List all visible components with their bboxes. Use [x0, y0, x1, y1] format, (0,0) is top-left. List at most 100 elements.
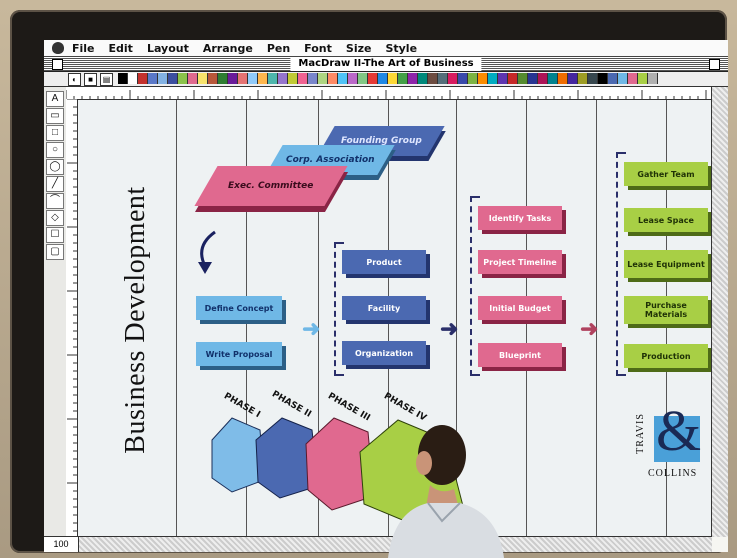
- pattern-button[interactable]: ◐: [68, 73, 81, 86]
- color-swatch[interactable]: [208, 73, 218, 84]
- color-swatch[interactable]: [528, 73, 538, 84]
- color-swatch[interactable]: [328, 73, 338, 84]
- tool-button[interactable]: A: [46, 91, 64, 107]
- vertical-scrollbar[interactable]: [711, 87, 728, 537]
- presenter-photo: [388, 425, 504, 558]
- box-gather-team[interactable]: Gather Team: [624, 162, 708, 186]
- box-identify-tasks[interactable]: Identify Tasks: [478, 206, 562, 230]
- color-swatch[interactable]: [488, 73, 498, 84]
- apple-menu-icon[interactable]: [52, 42, 64, 54]
- color-swatch[interactable]: [218, 73, 228, 84]
- color-swatch[interactable]: [568, 73, 578, 84]
- diagram-title: Business Development: [120, 186, 151, 454]
- color-swatch[interactable]: [648, 73, 658, 84]
- color-swatch[interactable]: [518, 73, 528, 84]
- color-swatch[interactable]: [408, 73, 418, 84]
- menu-pen[interactable]: Pen: [267, 42, 290, 55]
- box-facility[interactable]: Facility: [342, 296, 426, 320]
- color-swatch[interactable]: [368, 73, 378, 84]
- box-project-timeline[interactable]: Project Timeline: [478, 250, 562, 274]
- color-swatch[interactable]: [118, 73, 128, 84]
- color-swatch[interactable]: [578, 73, 588, 84]
- color-swatch[interactable]: [418, 73, 428, 84]
- box-blueprint[interactable]: Blueprint: [478, 343, 562, 367]
- color-swatch[interactable]: [638, 73, 648, 84]
- box-initial-budget[interactable]: Initial Budget: [478, 296, 562, 320]
- color-swatch[interactable]: [128, 73, 138, 84]
- color-swatch[interactable]: [548, 73, 558, 84]
- fill-button[interactable]: ■: [84, 73, 97, 86]
- box-lease-space[interactable]: Lease Space: [624, 208, 708, 232]
- menu-style[interactable]: Style: [385, 42, 417, 55]
- color-swatch[interactable]: [478, 73, 488, 84]
- close-box-icon[interactable]: [52, 59, 63, 70]
- zoom-box-icon[interactable]: [709, 59, 720, 70]
- tool-button[interactable]: ☐: [46, 227, 64, 243]
- color-swatch[interactable]: [358, 73, 368, 84]
- menu-arrange[interactable]: Arrange: [203, 42, 253, 55]
- tool-button[interactable]: ╱: [46, 176, 64, 192]
- color-swatch[interactable]: [598, 73, 608, 84]
- menu-size[interactable]: Size: [346, 42, 372, 55]
- phase-1-shape[interactable]: [211, 417, 265, 493]
- menu-layout[interactable]: Layout: [147, 42, 189, 55]
- color-swatch[interactable]: [498, 73, 508, 84]
- color-swatch[interactable]: [378, 73, 388, 84]
- arrow-right-icon: ➜: [580, 316, 599, 341]
- color-swatch[interactable]: [438, 73, 448, 84]
- color-swatch[interactable]: [158, 73, 168, 84]
- menu-font[interactable]: Font: [304, 42, 332, 55]
- color-swatch[interactable]: [278, 73, 288, 84]
- color-swatch[interactable]: [468, 73, 478, 84]
- box-organization[interactable]: Organization: [342, 341, 426, 365]
- color-swatch[interactable]: [198, 73, 208, 84]
- box-product[interactable]: Product: [342, 250, 426, 274]
- color-swatch[interactable]: [588, 73, 598, 84]
- color-swatch[interactable]: [608, 73, 618, 84]
- color-swatch[interactable]: [398, 73, 408, 84]
- box-define-concept[interactable]: Define Concept: [196, 296, 282, 320]
- tool-button[interactable]: □: [46, 125, 64, 141]
- tool-button[interactable]: ⌒: [46, 193, 64, 209]
- color-swatch[interactable]: [288, 73, 298, 84]
- box-write-proposal[interactable]: Write Proposal: [196, 342, 282, 366]
- color-swatch[interactable]: [428, 73, 438, 84]
- tool-button[interactable]: ○: [46, 142, 64, 158]
- color-swatch[interactable]: [308, 73, 318, 84]
- exec-committee-slab[interactable]: Exec. Committee: [194, 166, 348, 206]
- box-lease-equipment[interactable]: Lease Equipment: [624, 250, 708, 278]
- color-swatch[interactable]: [538, 73, 548, 84]
- tool-button[interactable]: ◇: [46, 210, 64, 226]
- box-production[interactable]: Production: [624, 344, 708, 368]
- color-swatch[interactable]: [628, 73, 638, 84]
- tool-button[interactable]: ▭: [46, 108, 64, 124]
- color-swatch[interactable]: [318, 73, 328, 84]
- color-swatch[interactable]: [348, 73, 358, 84]
- tool-button[interactable]: ◯: [46, 159, 64, 175]
- zoom-level[interactable]: 100: [44, 536, 79, 552]
- color-swatch[interactable]: [248, 73, 258, 84]
- menu-file[interactable]: File: [72, 42, 95, 55]
- color-swatch[interactable]: [338, 73, 348, 84]
- window-title-bar[interactable]: MacDraw II-The Art of Business: [44, 57, 728, 72]
- color-swatch[interactable]: [148, 73, 158, 84]
- color-swatch[interactable]: [228, 73, 238, 84]
- color-swatch[interactable]: [618, 73, 628, 84]
- color-swatch[interactable]: [168, 73, 178, 84]
- color-swatch[interactable]: [558, 73, 568, 84]
- color-swatch[interactable]: [388, 73, 398, 84]
- color-swatch[interactable]: [188, 73, 198, 84]
- color-swatch[interactable]: [258, 73, 268, 84]
- box-purchase-materials[interactable]: Purchase Materials: [624, 296, 708, 324]
- color-swatch[interactable]: [508, 73, 518, 84]
- color-swatch[interactable]: [298, 73, 308, 84]
- pen-button[interactable]: ▤: [100, 73, 113, 86]
- color-swatch[interactable]: [238, 73, 248, 84]
- color-swatch[interactable]: [268, 73, 278, 84]
- menu-edit[interactable]: Edit: [109, 42, 133, 55]
- color-swatch[interactable]: [178, 73, 188, 84]
- color-swatch[interactable]: [448, 73, 458, 84]
- tool-button[interactable]: ▢: [46, 244, 64, 260]
- color-swatch[interactable]: [458, 73, 468, 84]
- color-swatch[interactable]: [138, 73, 148, 84]
